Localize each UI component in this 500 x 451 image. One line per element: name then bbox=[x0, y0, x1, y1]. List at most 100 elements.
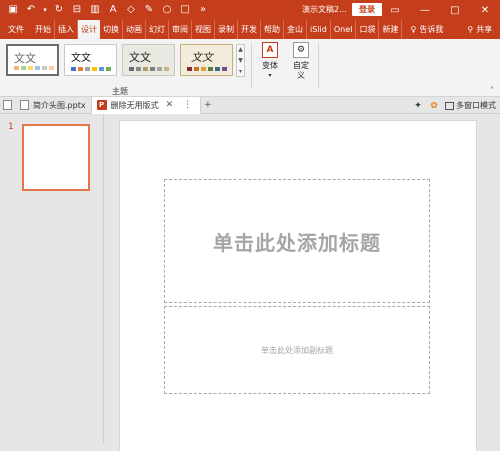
color-swatch bbox=[71, 67, 76, 71]
color-swatch bbox=[106, 67, 111, 71]
color-swatch bbox=[78, 67, 83, 71]
tab-slideshow[interactable]: 幻灯 bbox=[146, 20, 169, 39]
theme-option-3[interactable]: 文文 bbox=[122, 44, 175, 76]
tab-kingsoft[interactable]: 金山 bbox=[284, 20, 307, 39]
tab-transitions[interactable]: 切换 bbox=[100, 20, 123, 39]
more-icon[interactable]: » bbox=[196, 3, 210, 17]
variant-label: 变体 bbox=[262, 61, 278, 70]
color-swatch bbox=[14, 66, 19, 70]
themes-gallery: 文文 文文 文文 文文 bbox=[6, 44, 233, 76]
theme-option-4[interactable]: 文文 bbox=[180, 44, 233, 76]
format-painter-icon[interactable]: ⊟ bbox=[70, 3, 84, 17]
tab-file[interactable]: 文件 bbox=[0, 20, 32, 39]
color-swatch bbox=[35, 66, 40, 70]
pen-icon[interactable]: ✎ bbox=[142, 3, 156, 17]
ribbon-display-icon[interactable]: ▭ bbox=[380, 0, 410, 20]
tab-record[interactable]: 录制 bbox=[215, 20, 238, 39]
tab-new[interactable]: 新建 bbox=[379, 20, 403, 39]
quick-access-toolbar: ▣ ↶ ▾ ↻ ⊟ ▥ A ◇ ✎ ○ □ » bbox=[0, 0, 210, 20]
slide-number: 1 bbox=[8, 122, 14, 132]
title-placeholder[interactable]: 单击此处添加标题 bbox=[164, 179, 430, 303]
multi-window-label: 多窗口模式 bbox=[456, 101, 496, 110]
theme-option-1[interactable]: 文文 bbox=[6, 44, 59, 76]
login-button[interactable]: 登录 bbox=[352, 3, 382, 16]
tab-onenote[interactable]: OneI bbox=[331, 20, 357, 39]
multi-window-button[interactable]: 多窗口模式 bbox=[445, 100, 496, 111]
shape-icon[interactable]: ◇ bbox=[124, 3, 138, 17]
doc-tab-intro[interactable]: 简介头图.pptx bbox=[15, 97, 91, 114]
maximize-icon[interactable]: □ bbox=[440, 0, 470, 20]
minimize-icon[interactable]: — bbox=[410, 0, 440, 20]
color-swatch bbox=[92, 67, 97, 71]
slide-thumbnails-panel: 1 bbox=[0, 114, 104, 444]
theme-option-2[interactable]: 文文 bbox=[64, 44, 117, 76]
tab-view[interactable]: 视图 bbox=[192, 20, 215, 39]
tab-help[interactable]: 帮助 bbox=[261, 20, 284, 39]
subtitle-placeholder[interactable]: 单击此处添加副标题 bbox=[164, 306, 430, 394]
save-icon[interactable]: ▣ bbox=[6, 3, 20, 17]
theme-preview-text: 文文 bbox=[191, 51, 213, 64]
color-swatch bbox=[157, 67, 162, 71]
color-swatch bbox=[99, 67, 104, 71]
color-swatch bbox=[42, 66, 47, 70]
collapse-ribbon-icon[interactable]: ˄ bbox=[490, 86, 494, 95]
scroll-down-icon[interactable]: ▼ bbox=[238, 57, 243, 64]
rectangle-icon[interactable]: □ bbox=[178, 3, 192, 17]
tab-design[interactable]: 设计 bbox=[78, 20, 100, 39]
theme-preview-text: 文文 bbox=[129, 51, 151, 64]
share-button[interactable]: ⚲ 共享 bbox=[467, 20, 492, 39]
person-icon: ⚲ bbox=[467, 25, 474, 34]
circle-icon[interactable]: ○ bbox=[160, 3, 174, 17]
customize-button[interactable]: ⚙ 自定 义 bbox=[289, 42, 313, 81]
color-swatch bbox=[28, 66, 33, 70]
tab-pocket[interactable]: 口袋 bbox=[356, 20, 380, 39]
lightbulb-icon: ♀ bbox=[410, 25, 417, 34]
close-tab-icon[interactable]: ✕ bbox=[163, 100, 177, 110]
color-swatch bbox=[150, 67, 155, 71]
slide-size-icon: ⚙ bbox=[293, 42, 309, 58]
gallery-more-icon[interactable]: ▾ bbox=[239, 68, 242, 75]
add-tab-icon[interactable]: + bbox=[201, 100, 215, 110]
color-swatch bbox=[85, 67, 90, 71]
color-swatch bbox=[222, 67, 227, 71]
color-swatch bbox=[194, 67, 199, 71]
variant-icon: A bbox=[262, 42, 278, 58]
document-tabs-bar: 简介头图.pptx P 删除无用版式 ✕ ⋮ + ✦ ✿ 多窗口模式 bbox=[0, 96, 500, 114]
gallery-scroll: ▲ ▼ ▾ bbox=[236, 44, 245, 77]
tab-menu-icon[interactable]: ⋮ bbox=[180, 100, 195, 110]
doc-tab-current[interactable]: P 删除无用版式 ✕ ⋮ bbox=[90, 96, 202, 114]
ribbon-separator bbox=[251, 43, 252, 89]
doc-tab-list[interactable] bbox=[0, 97, 15, 114]
wand-icon[interactable]: ✦ bbox=[413, 101, 423, 111]
tab-insert[interactable]: 插入 bbox=[55, 20, 78, 39]
new-slide-icon[interactable]: ▥ bbox=[88, 3, 102, 17]
undo-dropdown-icon[interactable]: ▾ bbox=[42, 3, 48, 17]
theme-preview-text: 文文 bbox=[14, 52, 36, 65]
tab-animations[interactable]: 动画 bbox=[123, 20, 146, 39]
variant-button[interactable]: A 变体 ▾ bbox=[258, 42, 282, 81]
slide-thumbnail[interactable] bbox=[22, 124, 90, 191]
tab-review[interactable]: 审阅 bbox=[169, 20, 192, 39]
color-swatch bbox=[143, 67, 148, 71]
color-swatch bbox=[201, 67, 206, 71]
tell-me-search[interactable]: ♀ 告诉我 bbox=[402, 20, 451, 39]
editing-canvas: 单击此处添加标题 单击此处添加副标题 bbox=[104, 114, 500, 451]
customize-label: 自定 bbox=[293, 61, 309, 70]
color-swatch bbox=[136, 67, 141, 71]
share-label: 共享 bbox=[476, 25, 493, 34]
theme-swatches bbox=[187, 67, 227, 71]
settings-icon[interactable]: ✿ bbox=[429, 101, 439, 111]
doc-bar-right: ✦ ✿ 多窗口模式 bbox=[413, 97, 496, 114]
tab-home[interactable]: 开始 bbox=[32, 20, 55, 39]
tab-islide[interactable]: iSlid bbox=[307, 20, 331, 39]
redo-icon[interactable]: ↻ bbox=[52, 3, 66, 17]
scroll-up-icon[interactable]: ▲ bbox=[238, 46, 243, 53]
color-swatch bbox=[164, 67, 169, 71]
color-swatch bbox=[208, 67, 213, 71]
text-icon[interactable]: A bbox=[106, 3, 120, 17]
close-icon[interactable]: ✕ bbox=[470, 0, 500, 20]
undo-icon[interactable]: ↶ bbox=[24, 3, 38, 17]
ribbon-design: 文文 文文 文文 文文 ▲ ▼ ▾ 主题 A 变体 ▾ ⚙ 自定 义 ˄ bbox=[0, 39, 500, 97]
tab-developer[interactable]: 开发 bbox=[238, 20, 261, 39]
title-bar: ▣ ↶ ▾ ↻ ⊟ ▥ A ◇ ✎ ○ □ » 演示文稿2... 登录 ▭ — … bbox=[0, 0, 500, 20]
